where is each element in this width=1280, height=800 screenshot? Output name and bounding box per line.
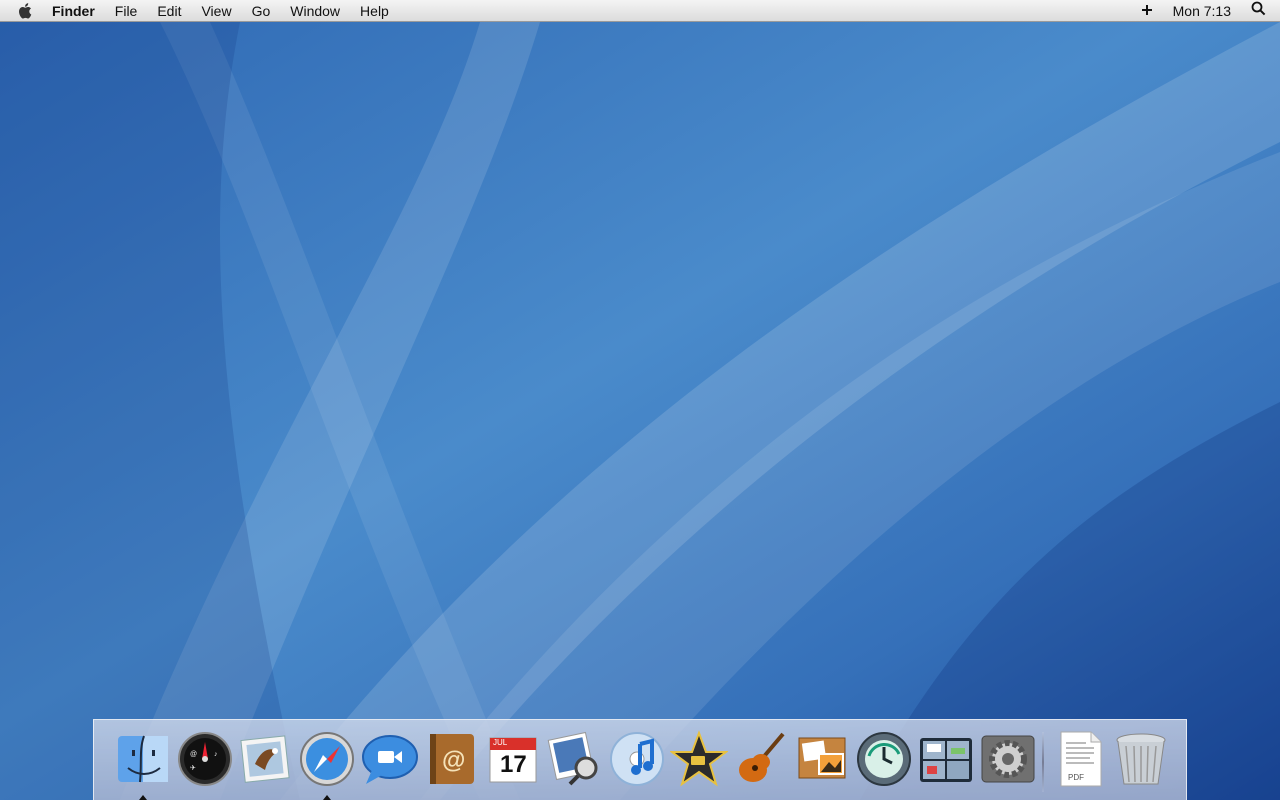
ichat-icon (362, 735, 418, 784)
preview-icon (547, 731, 598, 786)
address-book-icon: @ (430, 734, 474, 784)
safari-icon (300, 732, 354, 786)
menu-clock[interactable]: Mon 7:13 (1163, 0, 1241, 22)
system-preferences-icon (981, 735, 1035, 783)
menu-extras: Mon 7:13 (1131, 0, 1280, 22)
plus-icon (1141, 4, 1152, 15)
itunes-icon (610, 732, 664, 786)
menu-edit[interactable]: Edit (147, 0, 191, 22)
dock-item-ichat[interactable] (360, 730, 418, 788)
trash-icon (1116, 733, 1166, 785)
imovie-icon (670, 730, 728, 787)
spotlight-search-icon (1251, 1, 1266, 15)
menu-help[interactable]: Help (350, 0, 399, 22)
svg-text:♪: ♪ (214, 751, 218, 758)
dock-item-garageband[interactable] (731, 730, 789, 788)
mail-icon (240, 735, 290, 783)
dock-item-finder[interactable] (114, 730, 172, 788)
dock-item-trash[interactable] (1112, 730, 1170, 788)
menu-window[interactable]: Window (280, 0, 350, 22)
svg-text:✈: ✈ (190, 765, 196, 772)
svg-text:@: @ (442, 747, 465, 774)
menu-go[interactable]: Go (242, 0, 281, 22)
apple-logo-icon (19, 2, 32, 19)
status-menu-plus[interactable] (1131, 0, 1163, 22)
ical-month: JUL (493, 738, 508, 747)
svg-text:@: @ (190, 751, 197, 758)
dock-item-iphoto[interactable] (793, 730, 851, 788)
spotlight-button[interactable] (1241, 0, 1280, 22)
dock-item-pdf-document[interactable]: PDF (1051, 730, 1109, 788)
ical-day: 17 (500, 751, 527, 778)
garageband-icon (739, 732, 785, 782)
dock: @ ♪ ✈ @ JUL 17 PDF (93, 719, 1187, 800)
dock-item-system-preferences[interactable] (979, 730, 1037, 788)
menu-view[interactable]: View (191, 0, 241, 22)
apple-menu[interactable] (0, 0, 38, 22)
dock-item-address-book[interactable]: @ (422, 730, 480, 788)
finder-running-indicator (139, 795, 147, 800)
dock-item-safari[interactable] (298, 730, 356, 788)
dock-item-preview[interactable] (546, 730, 604, 788)
time-machine-icon (857, 732, 911, 786)
dock-item-mail[interactable] (237, 730, 295, 788)
dock-item-spaces[interactable] (917, 730, 975, 788)
menu-app-name[interactable]: Finder (38, 0, 105, 22)
dock-separator (1042, 732, 1044, 792)
desktop-wallpaper (0, 22, 1280, 800)
menu-file[interactable]: File (105, 0, 148, 22)
menu-bar: Finder File Edit View Go Window Help Mon… (0, 0, 1280, 22)
finder-icon (118, 735, 168, 783)
spaces-icon (920, 738, 972, 782)
dashboard-icon: @ ♪ ✈ (178, 732, 232, 786)
dock-item-ical[interactable]: JUL 17 (484, 730, 542, 788)
pdf-label: PDF (1068, 773, 1084, 782)
safari-running-indicator (323, 795, 331, 800)
iphoto-icon (798, 737, 846, 779)
dock-item-time-machine[interactable] (855, 730, 913, 788)
dock-item-itunes[interactable] (608, 730, 666, 788)
dock-item-imovie[interactable] (670, 730, 728, 788)
dock-item-dashboard[interactable]: @ ♪ ✈ (176, 730, 234, 788)
